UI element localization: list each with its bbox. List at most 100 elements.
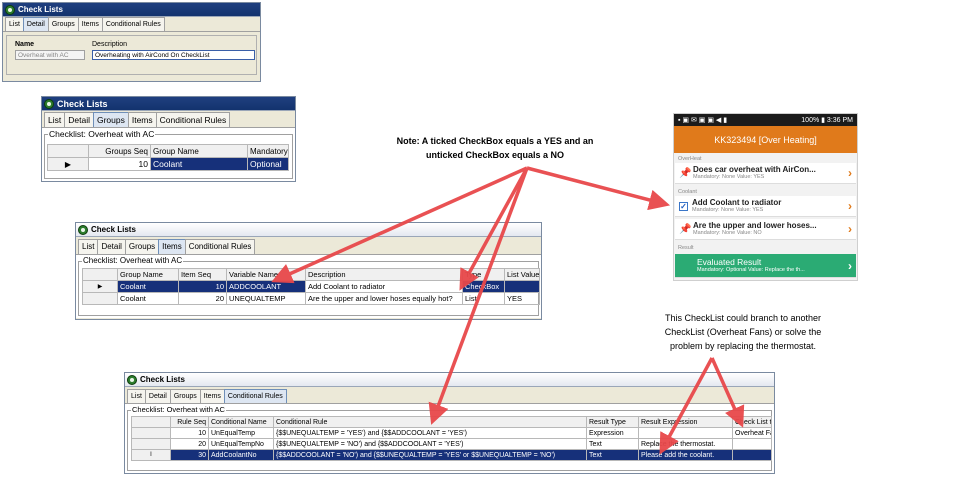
table-row[interactable]: 10 UnEqualTemp {$$UNEQUALTEMP = 'YES') a… bbox=[131, 427, 772, 439]
tab-detail[interactable]: Detail bbox=[64, 112, 94, 127]
col-description[interactable]: Description bbox=[305, 268, 463, 281]
cell-item-seq[interactable]: 20 bbox=[178, 292, 227, 305]
description-field[interactable]: Overheating with AirCond On CheckList bbox=[92, 50, 255, 60]
cell-conditional-rule[interactable]: {$$UNEQUALTEMP = 'YES') and {$$ADDCOOLAN… bbox=[273, 427, 587, 439]
list-item-hoses-question[interactable]: 📌 Are the upper and lower hoses... Mandat… bbox=[675, 219, 856, 240]
row-header-cell bbox=[131, 427, 171, 439]
cell-check-list-to-add[interactable] bbox=[732, 449, 772, 461]
tab-items[interactable]: Items bbox=[77, 17, 103, 31]
cell-item-seq[interactable]: 10 bbox=[178, 280, 227, 293]
col-type[interactable]: Type bbox=[462, 268, 505, 281]
col-groups-seq[interactable]: Groups Seq bbox=[88, 144, 151, 158]
app-icon bbox=[44, 98, 54, 109]
cell-conditional-rule[interactable]: {$$UNEQUALTEMP = 'NO') and {$$ADDCOOLANT… bbox=[273, 438, 587, 450]
cell-group-name[interactable]: Coolant bbox=[150, 157, 248, 171]
cell-conditional-name[interactable]: AddCoolantNo bbox=[208, 449, 274, 461]
cell-variable-name[interactable]: ADDCOOLANT bbox=[226, 280, 306, 293]
cell-type[interactable]: List bbox=[462, 292, 505, 305]
col-item-seq[interactable]: Item Seq bbox=[178, 268, 227, 281]
cell-result-expression[interactable]: Please add the coolant. bbox=[638, 449, 733, 461]
tab-list[interactable]: List bbox=[5, 17, 24, 31]
table-row[interactable]: I 30 AddCoolantNo {$$ADDCOOLANT = 'NO') … bbox=[131, 449, 772, 461]
list-item-add-coolant[interactable]: ✓ Add Coolant to radiator Mandatory: None… bbox=[675, 196, 856, 217]
table-row[interactable]: Coolant 20 UNEQUALTEMP Are the upper and… bbox=[82, 292, 540, 305]
cell-list-values[interactable]: YES bbox=[504, 292, 540, 305]
col-conditional-name[interactable]: Conditional Name bbox=[208, 416, 274, 428]
cell-result-expression[interactable]: Replace the thermostat. bbox=[638, 438, 733, 450]
col-rule-seq[interactable]: Rule Seq bbox=[170, 416, 209, 428]
tab-items[interactable]: Items bbox=[127, 112, 157, 127]
col-check-list-to-add[interactable]: Check List to Add bbox=[732, 416, 772, 428]
tab-conditional-rules[interactable]: Conditional Rules bbox=[223, 389, 287, 403]
cell-rule-seq[interactable]: 10 bbox=[170, 427, 209, 439]
note-checkbox: Note: A ticked CheckBox equals a YES and… bbox=[370, 134, 620, 162]
tab-groups[interactable]: Groups bbox=[124, 239, 160, 254]
cell-group-name[interactable]: Coolant bbox=[117, 292, 179, 305]
tab-conditional-rules[interactable]: Conditional Rules bbox=[184, 239, 256, 254]
title-bar: Check Lists bbox=[42, 97, 295, 111]
tab-detail[interactable]: Detail bbox=[97, 239, 126, 254]
cell-groups-seq[interactable]: 10 bbox=[88, 157, 151, 171]
tab-items[interactable]: Items bbox=[199, 389, 225, 403]
status-icons: ▪ ▣ ✉ ▣ ▣ ◀ ▮ bbox=[678, 117, 728, 124]
groups-table: Groups Seq Group Name Mandatory Style ▶ … bbox=[47, 144, 289, 171]
tab-detail[interactable]: Detail bbox=[22, 17, 49, 31]
list-item-overheat-question[interactable]: 📌 Does car overheat with AirCon... Mandat… bbox=[675, 163, 856, 184]
name-label: Name bbox=[15, 41, 35, 48]
col-conditional-rule[interactable]: Conditional Rule bbox=[273, 416, 587, 428]
tab-list[interactable]: List bbox=[127, 389, 146, 403]
tab-groups[interactable]: Groups bbox=[92, 112, 129, 127]
table-row[interactable]: ▶ 10 Coolant Optional bbox=[47, 157, 289, 171]
chevron-right-icon: › bbox=[848, 258, 852, 273]
cell-result-type[interactable]: Text bbox=[586, 449, 639, 461]
table-row[interactable]: ▶ Coolant 10 ADDCOOLANT Add Coolant to r… bbox=[82, 280, 540, 293]
col-variable-name[interactable]: Variable Name bbox=[226, 268, 306, 281]
cell-check-list-to-add[interactable] bbox=[732, 438, 772, 450]
tab-conditional-rules[interactable]: Conditional Rules bbox=[101, 17, 165, 31]
cell-type[interactable]: CheckBox bbox=[462, 280, 505, 293]
cell-result-expression[interactable] bbox=[638, 427, 733, 439]
cell-result-type[interactable]: Text bbox=[586, 438, 639, 450]
tab-bar: List Detail Groups Items Conditional Rul… bbox=[125, 387, 774, 403]
cell-description[interactable]: Are the upper and lower hoses equally ho… bbox=[305, 292, 463, 305]
tab-conditional-rules[interactable]: Conditional Rules bbox=[155, 112, 231, 127]
note-branch-line2: CheckList (Overheat Fans) or solve the bbox=[664, 327, 822, 337]
cell-group-name[interactable]: Coolant bbox=[117, 280, 179, 293]
tab-detail[interactable]: Detail bbox=[144, 389, 171, 403]
table-row[interactable]: 20 UnEqualTempNo {$$UNEQUALTEMP = 'NO') … bbox=[131, 438, 772, 450]
section-result: Result bbox=[678, 245, 694, 251]
tab-groups[interactable]: Groups bbox=[47, 17, 79, 31]
tab-list[interactable]: List bbox=[44, 112, 66, 127]
tab-list[interactable]: List bbox=[78, 239, 99, 254]
col-result-type[interactable]: Result Type bbox=[586, 416, 639, 428]
name-field[interactable]: Overheat with AC bbox=[15, 50, 85, 60]
cell-list-values[interactable] bbox=[504, 280, 540, 293]
col-group-name[interactable]: Group Name bbox=[117, 268, 179, 281]
list-item-evaluated-result[interactable]: Evaluated Result Mandatory: Optional Valu… bbox=[675, 254, 856, 278]
cell-conditional-name[interactable]: UnEqualTemp bbox=[208, 427, 274, 439]
window-title: Check Lists bbox=[140, 375, 185, 384]
cell-variable-name[interactable]: UNEQUALTEMP bbox=[226, 292, 306, 305]
window-title: Check Lists bbox=[57, 98, 108, 109]
checkbox-checked-icon[interactable]: ✓ bbox=[679, 201, 688, 211]
col-group-name[interactable]: Group Name bbox=[150, 144, 248, 158]
cell-description[interactable]: Add Coolant to radiator bbox=[305, 280, 463, 293]
groups-panel: Checklist: Overheat with AC Groups Seq G… bbox=[42, 127, 295, 181]
cell-result-type[interactable]: Expression bbox=[586, 427, 639, 439]
cell-check-list-to-add[interactable]: Overheat Fans bbox=[732, 427, 772, 439]
tab-groups[interactable]: Groups bbox=[169, 389, 201, 403]
tab-items[interactable]: Items bbox=[158, 239, 186, 254]
col-list-values[interactable]: List Values bbox=[504, 268, 540, 281]
row-pointer-icon: ▶ bbox=[47, 157, 89, 171]
chevron-right-icon: › bbox=[848, 222, 852, 236]
cell-rule-seq[interactable]: 30 bbox=[170, 449, 209, 461]
col-mandatory-style[interactable]: Mandatory Style bbox=[247, 144, 289, 158]
cell-conditional-name[interactable]: UnEqualTempNo bbox=[208, 438, 274, 450]
cell-rule-seq[interactable]: 20 bbox=[170, 438, 209, 450]
cell-conditional-rule[interactable]: {$$ADDCOOLANT = 'NO') and {$$UNEQUALTEMP… bbox=[273, 449, 587, 461]
items-table: Group Name Item Seq Variable Name Descri… bbox=[82, 268, 540, 305]
cell-mandatory-style[interactable]: Optional bbox=[247, 157, 289, 171]
row-header bbox=[131, 416, 171, 428]
col-result-expression[interactable]: Result Expression bbox=[638, 416, 733, 428]
item-subtitle: Mandatory: None Value: YES bbox=[692, 207, 764, 213]
